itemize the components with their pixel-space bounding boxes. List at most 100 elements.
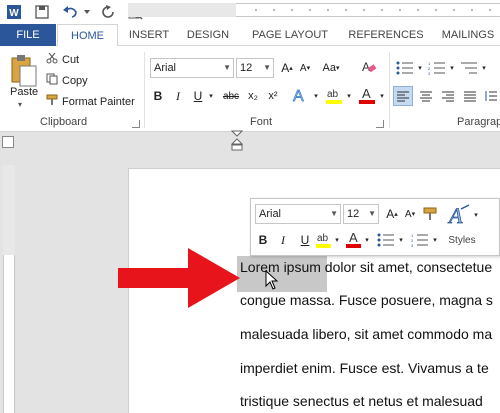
- ribbon-tab-bar: FILE HOME INSERT DESIGN PAGE LAYOUT REFE…: [0, 24, 500, 47]
- mini-grow-font-icon[interactable]: A ▴: [384, 204, 400, 224]
- grow-font-icon: A: [281, 61, 290, 75]
- group-divider: [144, 52, 145, 128]
- superscript-button[interactable]: x²: [264, 86, 282, 106]
- svg-text:W: W: [9, 8, 19, 19]
- document-line[interactable]: imperdiet enim. Fusce est. Vivamus a te: [240, 360, 489, 376]
- first-line-indent-icon[interactable]: [230, 130, 244, 159]
- tab-references[interactable]: REFERENCES: [346, 24, 426, 46]
- align-left-icon[interactable]: [393, 86, 413, 106]
- ruler-margin-shade: [128, 3, 236, 17]
- chevron-down-icon: ▼: [223, 63, 231, 72]
- clipboard-dialog-launcher-icon[interactable]: [132, 120, 140, 128]
- multilevel-dropdown-icon[interactable]: ▾: [480, 58, 488, 78]
- vertical-ruler-shade: [3, 165, 15, 255]
- font-size-combo[interactable]: 12 ▼: [236, 58, 274, 78]
- paste-dropdown-icon[interactable]: ▾: [18, 100, 22, 109]
- cut-button[interactable]: Cut: [46, 52, 79, 67]
- font-name-combo[interactable]: Arial ▼: [150, 58, 234, 78]
- mini-bold-button[interactable]: B: [255, 230, 271, 250]
- shrink-font-button[interactable]: A ▾: [297, 58, 313, 78]
- mini-font-size-value: 12: [347, 208, 360, 220]
- svg-text:A: A: [362, 86, 371, 101]
- group-divider: [389, 52, 390, 128]
- mini-font-color-icon[interactable]: A: [345, 228, 363, 250]
- change-case-button[interactable]: Aa ▾: [318, 58, 344, 78]
- copy-button[interactable]: Copy: [46, 73, 88, 88]
- copy-label: Copy: [62, 74, 88, 87]
- mini-format-painter-icon[interactable]: [421, 204, 439, 224]
- format-painter-button[interactable]: Format Painter: [46, 94, 135, 109]
- mini-underline-icon[interactable]: U: [295, 230, 315, 250]
- tab-home[interactable]: HOME: [57, 24, 118, 47]
- svg-text:3: 3: [411, 243, 414, 247]
- tab-file[interactable]: FILE: [0, 24, 56, 46]
- document-line[interactable]: tristique senectus et netus et malesuad: [240, 393, 483, 409]
- mini-font-name-value: Arial: [259, 208, 282, 220]
- bullets-dropdown-icon[interactable]: ▾: [416, 58, 424, 78]
- undo-icon[interactable]: [60, 2, 82, 22]
- mini-styles-icon[interactable]: A: [447, 202, 473, 228]
- justify-icon[interactable]: [460, 86, 480, 106]
- font-color-dropdown-icon[interactable]: ▾: [378, 86, 386, 106]
- format-painter-label: Format Painter: [62, 95, 135, 108]
- red-arrow-icon: [118, 248, 240, 313]
- scissors-icon: [46, 52, 58, 67]
- paste-label: Paste: [10, 86, 39, 98]
- text-effects-dropdown-icon[interactable]: ▾: [312, 86, 320, 106]
- numbering-dropdown-icon[interactable]: ▾: [448, 58, 456, 78]
- document-line[interactable]: malesuada libero, sit amet commodo ma: [240, 326, 492, 342]
- bold-button[interactable]: B: [150, 86, 166, 106]
- tab-page-layout[interactable]: PAGE LAYOUT: [248, 24, 332, 46]
- save-icon[interactable]: [32, 2, 52, 22]
- mini-numbering-icon[interactable]: 123: [409, 230, 431, 250]
- mini-highlight-dropdown-icon[interactable]: ▾: [333, 230, 341, 250]
- ruler-area: [0, 132, 500, 152]
- svg-text:ab: ab: [327, 89, 339, 100]
- underline-dropdown-icon[interactable]: ▾: [206, 86, 216, 106]
- tab-selector-icon[interactable]: [2, 136, 14, 148]
- svg-text:ab: ab: [317, 233, 329, 244]
- clipboard-group-label: Clipboard: [40, 116, 88, 128]
- mini-shrink-font-icon[interactable]: A ▾: [402, 204, 418, 224]
- italic-button[interactable]: I: [170, 86, 186, 106]
- grow-font-button[interactable]: A ▴: [279, 58, 295, 78]
- font-dialog-launcher-icon[interactable]: [376, 120, 384, 128]
- mini-font-color-dropdown-icon[interactable]: ▾: [363, 230, 371, 250]
- numbering-icon[interactable]: 123: [426, 58, 448, 78]
- change-case-icon: Aa: [322, 62, 336, 74]
- mini-highlight-color-icon[interactable]: ab: [315, 228, 333, 250]
- clear-formatting-button[interactable]: A: [360, 58, 378, 78]
- mini-bullets-icon[interactable]: [375, 230, 397, 250]
- mini-font-name-combo[interactable]: Arial ▼: [255, 204, 341, 224]
- chevron-down-icon: ▼: [330, 209, 338, 218]
- strikethrough-button[interactable]: abc: [220, 86, 242, 106]
- tab-design[interactable]: DESIGN: [182, 24, 234, 46]
- mini-font-size-combo[interactable]: 12 ▼: [343, 204, 379, 224]
- mini-styles-dropdown-icon[interactable]: ▾: [471, 209, 481, 221]
- font-color-icon[interactable]: A: [356, 84, 378, 106]
- tab-mailings[interactable]: MAILINGS: [436, 24, 500, 46]
- mini-toolbar[interactable]: Arial ▼ 12 ▼ A ▴ A ▾ A ▾ B I U ab ▾ A ▾ ▾ …: [250, 198, 500, 256]
- mouse-pointer-icon: [265, 269, 279, 295]
- multilevel-list-icon[interactable]: [458, 58, 480, 78]
- undo-dropdown-icon[interactable]: [82, 2, 92, 22]
- align-center-icon[interactable]: [416, 86, 436, 106]
- paste-button[interactable]: Paste: [10, 86, 38, 98]
- mini-italic-button[interactable]: I: [275, 230, 291, 250]
- cut-label: Cut: [62, 53, 80, 66]
- subscript-button[interactable]: x₂: [244, 86, 262, 106]
- align-right-icon[interactable]: [438, 86, 458, 106]
- text-effects-icon[interactable]: A: [290, 84, 312, 106]
- svg-text:A: A: [362, 60, 370, 74]
- mini-styles-label[interactable]: Styles: [445, 233, 479, 247]
- line-spacing-icon[interactable]: [482, 86, 500, 106]
- highlight-dropdown-icon[interactable]: ▾: [345, 86, 353, 106]
- tab-insert[interactable]: INSERT: [124, 24, 174, 46]
- bullets-icon[interactable]: [394, 58, 416, 78]
- mini-bullets-dropdown-icon[interactable]: ▾: [397, 230, 405, 250]
- redo-icon[interactable]: [98, 2, 118, 22]
- mini-numbering-dropdown-icon[interactable]: ▾: [431, 230, 439, 250]
- highlight-color-icon[interactable]: ab: [323, 84, 345, 106]
- font-name-value: Arial: [154, 62, 177, 74]
- underline-button[interactable]: U: [190, 86, 206, 106]
